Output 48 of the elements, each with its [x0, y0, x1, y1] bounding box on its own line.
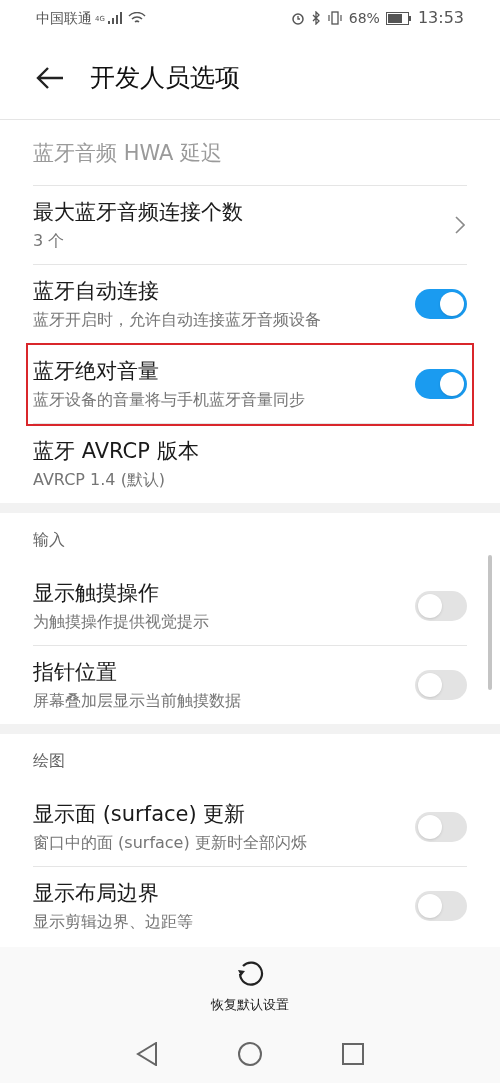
setting-description: 3 个	[33, 230, 66, 252]
toggle-switch[interactable]	[415, 369, 467, 399]
alarm-icon	[290, 11, 305, 25]
setting-title: 显示触摸操作	[33, 580, 160, 607]
setting-title: 蓝牙音频 HWA 延迟	[33, 139, 224, 167]
setting-description: 为触摸操作提供视觉提示	[33, 611, 210, 633]
recents-nav-icon[interactable]	[342, 1043, 364, 1065]
setting-description: 蓝牙开启时，允许自动连接蓝牙音频设备	[33, 309, 322, 331]
setting-description: 显示剪辑边界、边距等	[33, 911, 194, 933]
toggle-switch[interactable]	[415, 891, 467, 921]
vibrate-icon	[326, 11, 343, 25]
wifi-icon	[127, 11, 146, 25]
setting-description: AVRCP 1.4 (默认)	[33, 469, 167, 491]
page-title: 开发人员选项	[90, 61, 240, 94]
setting-title: 显示布局边界	[33, 880, 160, 907]
bluetooth-icon	[310, 11, 321, 25]
battery-percent: 68%	[348, 8, 380, 28]
signal-icon	[107, 12, 122, 24]
toggle-switch[interactable]	[415, 812, 467, 842]
toggle-switch[interactable]	[415, 670, 467, 700]
toggle-switch[interactable]	[415, 289, 467, 319]
back-nav-icon[interactable]	[136, 1042, 158, 1066]
setting-row[interactable]: 显示布局边界 显示剪辑边界、边距等	[0, 867, 500, 945]
toggle-switch[interactable]	[415, 591, 467, 621]
setting-row[interactable]: 蓝牙自动连接 蓝牙开启时，允许自动连接蓝牙音频设备	[0, 265, 500, 344]
reset-label[interactable]: 恢复默认设置	[211, 995, 289, 1015]
clock-time: 13:53	[417, 7, 464, 29]
setting-description: 窗口中的面 (surface) 更新时全部闪烁	[33, 832, 308, 854]
setting-title: 指针位置	[33, 659, 118, 686]
setting-row[interactable]: 指针位置 屏幕叠加层显示当前触摸数据	[0, 646, 500, 724]
chevron-right-icon	[455, 216, 465, 234]
setting-description: 屏幕叠加层显示当前触摸数据	[33, 690, 242, 712]
back-icon[interactable]	[36, 66, 64, 89]
setting-title: 蓝牙 AVRCP 版本	[33, 438, 200, 465]
setting-title: 蓝牙绝对音量	[33, 358, 160, 385]
setting-row[interactable]: 蓝牙 AVRCP 版本 AVRCP 1.4 (默认)	[0, 425, 500, 503]
battery-icon	[385, 11, 412, 25]
carrier-name: 中国联通	[36, 8, 92, 28]
setting-row[interactable]: 最大蓝牙音频连接个数 3 个	[0, 186, 500, 265]
section-header: 输入	[33, 529, 65, 551]
home-nav-icon[interactable]	[238, 1042, 262, 1066]
setting-title: 最大蓝牙音频连接个数	[33, 199, 244, 226]
section-header: 绘图	[33, 750, 65, 772]
setting-title: 显示面 (surface) 更新	[33, 801, 247, 828]
setting-title: 蓝牙自动连接	[33, 278, 160, 305]
setting-row[interactable]: 显示面 (surface) 更新 窗口中的面 (surface) 更新时全部闪烁	[0, 788, 500, 867]
setting-description: 蓝牙设备的音量将与手机蓝牙音量同步	[33, 389, 306, 411]
setting-row[interactable]: 显示触摸操作 为触摸操作提供视觉提示	[0, 567, 500, 646]
